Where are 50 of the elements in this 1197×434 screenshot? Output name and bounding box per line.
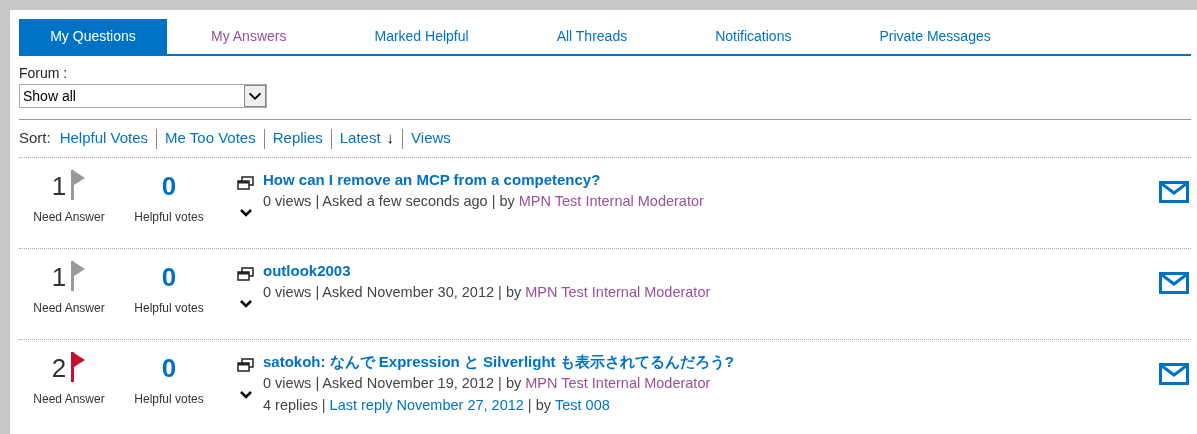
mail-icon[interactable] — [1159, 363, 1189, 385]
tab[interactable]: Marked Helpful — [330, 19, 513, 54]
chevron-down-icon[interactable] — [238, 299, 253, 309]
helpful-votes-count: 0 — [161, 352, 177, 384]
sort-link[interactable]: Views — [411, 127, 451, 150]
meta-text: 0 views | Asked November 30, 2012 | by — [263, 283, 522, 302]
forum-dropdown[interactable]: Show all — [19, 84, 267, 108]
need-answer-label: Need Answer — [33, 300, 105, 317]
reply-link[interactable]: Test 008 — [554, 394, 610, 416]
helpful-votes-label: Helpful votes — [134, 300, 204, 317]
forum-label: Forum : — [19, 64, 69, 82]
mail-icon[interactable] — [1159, 181, 1189, 203]
sort-label: Sort: — [19, 128, 51, 149]
author-link[interactable]: MPN Test Internal Moderator — [518, 190, 704, 212]
tab[interactable]: Private Messages — [835, 19, 1035, 54]
need-answer-count: 1 — [51, 170, 67, 202]
author-link[interactable]: MPN Test Internal Moderator — [525, 281, 711, 303]
need-answer-label: Need Answer — [33, 391, 105, 408]
windows-icon — [236, 358, 255, 372]
dropdown-caret-icon — [244, 85, 266, 107]
helpful-votes-count: 0 — [161, 261, 177, 293]
meta-text: | by — [527, 396, 551, 415]
need-answer-label: Need Answer — [33, 209, 105, 226]
reply-link[interactable]: Last reply November 27, 2012 — [329, 394, 524, 416]
sort-link[interactable]: Me Too Votes — [165, 127, 256, 150]
helpful-votes-label: Helpful votes — [134, 209, 204, 226]
tab[interactable]: All Threads — [512, 19, 672, 54]
mail-icon[interactable] — [1159, 272, 1189, 294]
tab[interactable]: My Answers — [167, 19, 331, 54]
thread-title[interactable]: How can I remove an MCP from a competency? — [263, 170, 1159, 190]
windows-icon — [236, 176, 255, 190]
helpful-votes-label: Helpful votes — [134, 391, 204, 408]
chevron-down-icon[interactable] — [238, 390, 253, 400]
need-answer-count: 2 — [51, 352, 67, 384]
thread-title[interactable]: outlook2003 — [263, 261, 1159, 281]
author-link[interactable]: MPN Test Internal Moderator — [525, 372, 711, 394]
chevron-down-icon[interactable] — [238, 208, 253, 218]
tab[interactable]: Notifications — [671, 19, 836, 54]
sort-link[interactable]: Latest — [339, 127, 381, 150]
meta-text: 0 views | Asked a few seconds ago | by — [263, 192, 515, 211]
sort-link[interactable]: Replies — [272, 127, 323, 150]
helpful-votes-count: 0 — [161, 170, 177, 202]
tab[interactable]: My Questions — [19, 19, 167, 54]
meta-text: 0 views | Asked November 19, 2012 | by — [263, 374, 522, 393]
thread-title[interactable]: satokoh: なんで Expression と Silverlight も表示されてるんだろう? — [263, 352, 1159, 372]
meta-text: 4 replies | — [263, 396, 326, 415]
windows-icon — [236, 267, 255, 281]
sort-link[interactable]: Helpful Votes — [59, 127, 149, 150]
need-answer-count: 1 — [51, 261, 67, 293]
sort-arrow: ↓ — [386, 128, 395, 149]
